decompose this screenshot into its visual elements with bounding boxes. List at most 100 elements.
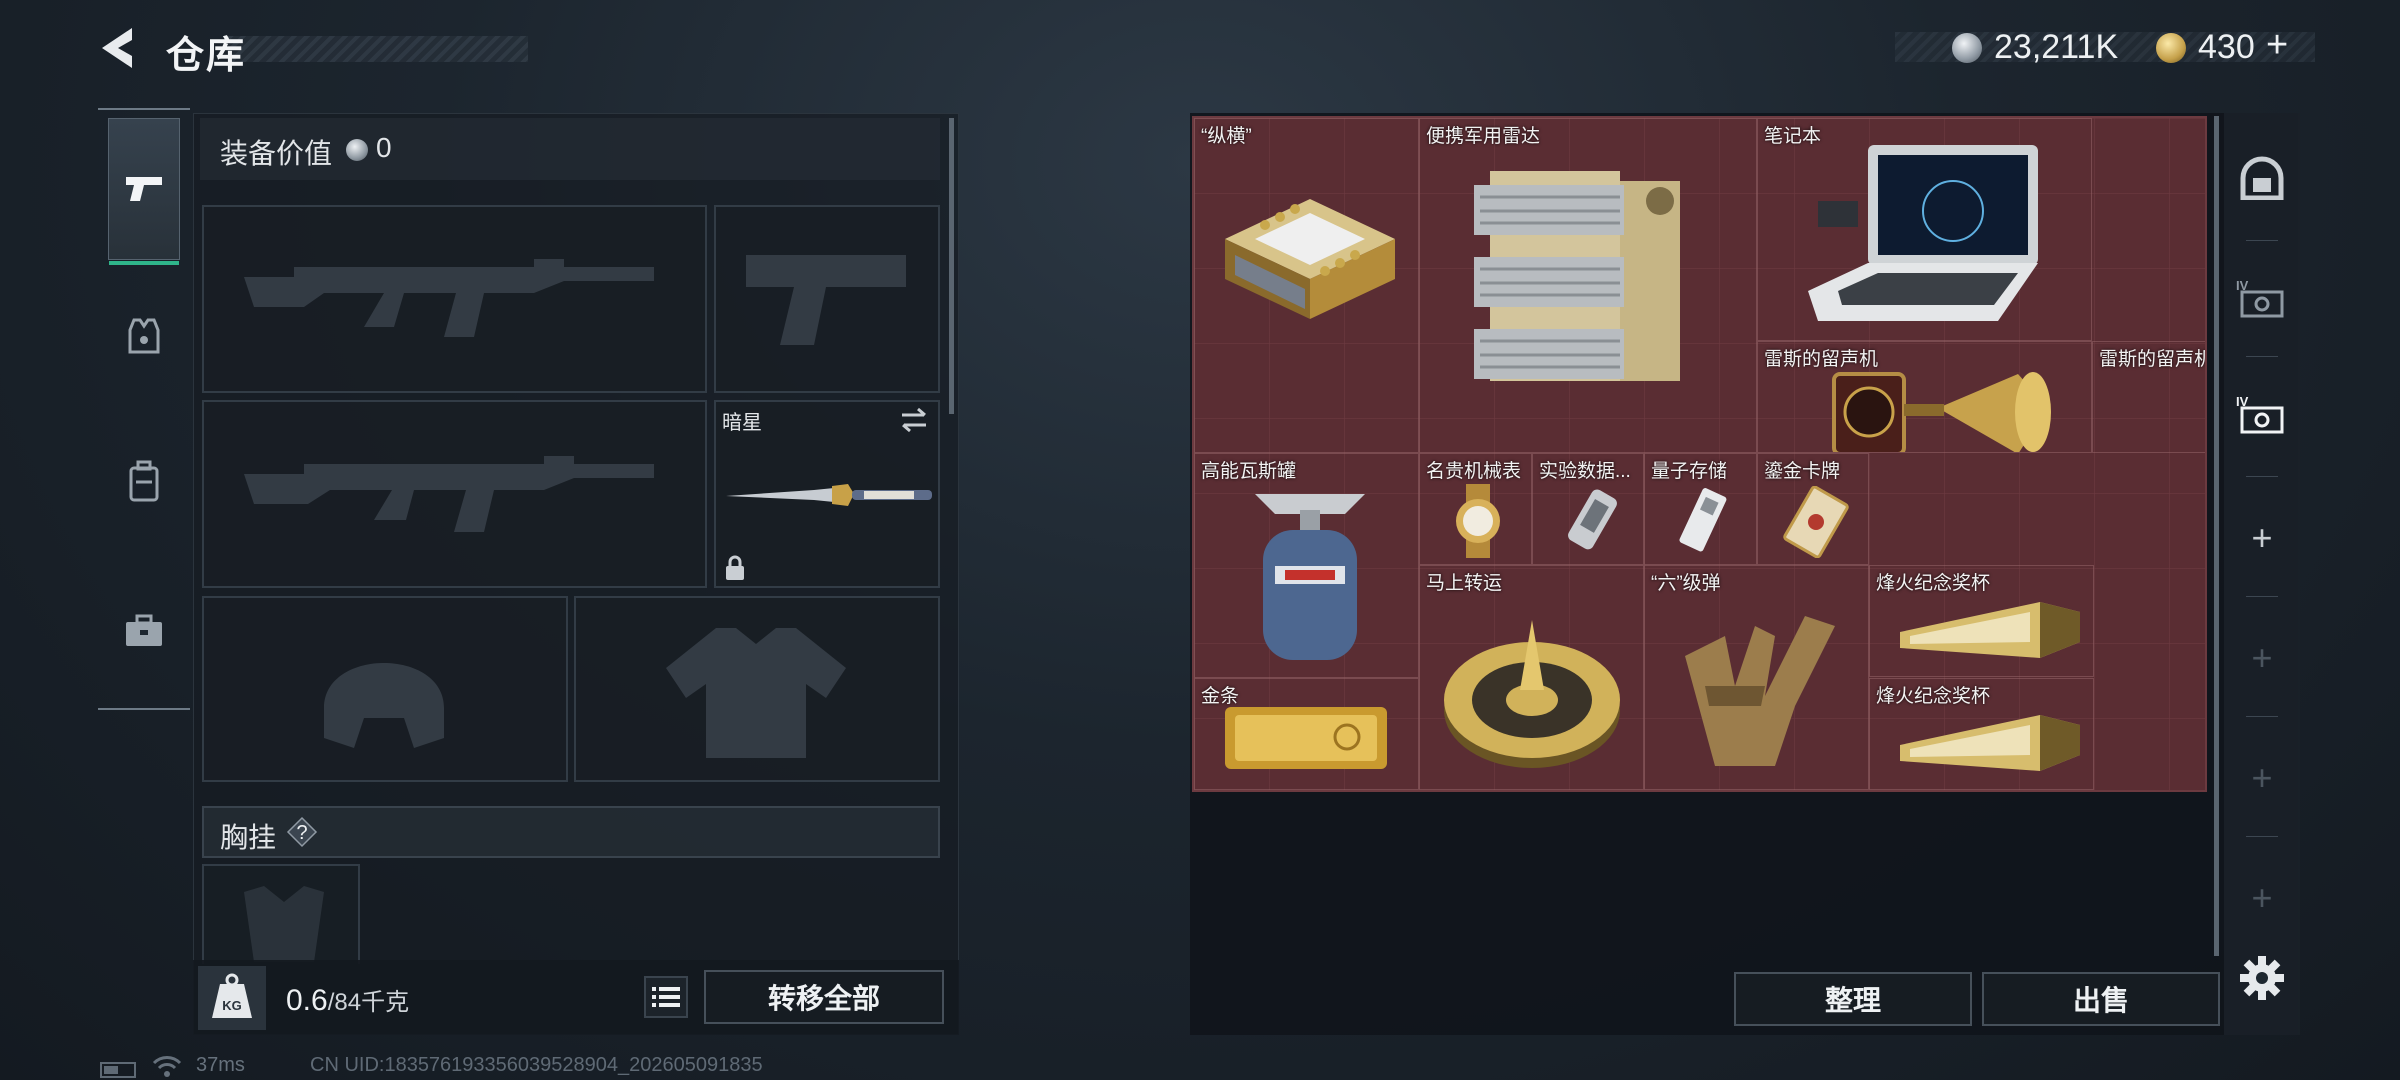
tab-divider xyxy=(2246,716,2278,717)
settings-button[interactable] xyxy=(2236,952,2288,1004)
item-quantum-storage[interactable]: 量子存储 xyxy=(1644,453,1757,565)
battery-icon xyxy=(100,1062,136,1078)
rail-tab-backpack[interactable] xyxy=(108,410,180,552)
back-button[interactable] xyxy=(96,22,144,74)
back-arrow-icon xyxy=(102,28,132,68)
storage-chip-image xyxy=(1679,488,1727,552)
rail-divider xyxy=(98,708,190,710)
tab-storage-iv-active[interactable]: IV xyxy=(2228,360,2296,468)
sort-button[interactable]: 整理 xyxy=(1734,972,1972,1026)
transfer-all-button[interactable]: 转移全部 xyxy=(704,970,944,1024)
rail-divider xyxy=(98,108,190,110)
rail-tab-armor[interactable] xyxy=(108,265,180,407)
storage-iv-icon: IV xyxy=(2236,278,2284,318)
svg-text:KG: KG xyxy=(222,998,242,1013)
page-title: 仓库 xyxy=(166,35,247,77)
gear-icon xyxy=(2240,956,2284,1000)
item-six-round[interactable]: “六”级弹 xyxy=(1644,565,1869,790)
weight-icon: KG xyxy=(198,966,266,1030)
tab-divider xyxy=(2246,596,2278,597)
svg-text:?: ? xyxy=(296,822,307,844)
item-gold-bar[interactable]: 金条 xyxy=(1194,678,1419,790)
lock-icon xyxy=(724,555,746,581)
tab-divider xyxy=(2246,240,2278,241)
item-experiment-data[interactable]: 实验数据... xyxy=(1532,453,1644,565)
tab-storage-iv[interactable]: IV xyxy=(2228,244,2296,352)
equipment-value-label: 装备价值 xyxy=(220,138,333,169)
watch-image xyxy=(1456,484,1500,558)
card-image xyxy=(1783,486,1849,558)
item-laptop[interactable]: 笔记本 xyxy=(1757,118,2092,341)
gramophone-image xyxy=(1832,372,2051,452)
loadout-scrollbar[interactable] xyxy=(949,118,954,414)
chest-rig-label: 胸挂 xyxy=(220,822,277,853)
coin-icon xyxy=(346,139,368,161)
chess-set-image xyxy=(1225,199,1395,319)
radar-image xyxy=(1474,171,1680,381)
user-uid: CN UID:18357619335603952890​4_2026050918… xyxy=(310,1054,763,1076)
tab-add-3[interactable]: + xyxy=(2228,724,2296,832)
wifi-icon xyxy=(152,1054,182,1078)
item-memorial-trophy-2[interactable]: 烽火纪念奖杯 xyxy=(1869,678,2094,790)
item-chess-set[interactable]: “纵横” xyxy=(1194,118,1419,453)
title-decoration xyxy=(228,36,528,62)
rifle-silhouette-icon xyxy=(244,259,654,337)
body-armor-slot[interactable] xyxy=(574,596,940,782)
plus-icon: + xyxy=(2251,877,2273,918)
gas-canister-image xyxy=(1255,494,1365,660)
sell-button[interactable]: 出售 xyxy=(1982,972,2220,1026)
helmet-slot[interactable] xyxy=(202,596,568,782)
armor-icon xyxy=(128,318,160,354)
tab-divider xyxy=(2246,356,2278,357)
fortune-disc-image xyxy=(1444,620,1620,768)
data-drive-image xyxy=(1568,489,1617,550)
coin-icon xyxy=(1952,33,1982,63)
plus-icon: + xyxy=(2251,517,2273,558)
carry-weight-current: 0.6 xyxy=(286,984,328,1017)
equipment-value: 0 xyxy=(376,132,392,163)
rail-tab-kit[interactable] xyxy=(108,560,180,702)
list-icon xyxy=(652,987,680,1007)
tab-divider xyxy=(2246,476,2278,477)
primary-weapon-slot-1[interactable] xyxy=(202,205,707,393)
laptop-image xyxy=(1808,145,2038,321)
storage-iv-active-icon: IV xyxy=(2236,394,2284,434)
list-view-button[interactable] xyxy=(644,976,688,1018)
primary-weapon-slot-2[interactable] xyxy=(202,400,707,588)
item-gilded-card[interactable]: 鎏金卡牌 xyxy=(1757,453,1869,565)
tab-divider xyxy=(2246,836,2278,837)
help-icon[interactable]: ? xyxy=(286,816,318,848)
tab-safe-box[interactable] xyxy=(2228,124,2296,232)
rail-tab-weapons[interactable] xyxy=(108,118,180,265)
premium-balance: 430 xyxy=(2198,28,2255,66)
plus-icon: + xyxy=(2251,757,2273,798)
toolbox-icon xyxy=(126,614,162,646)
tab-add-1[interactable]: + xyxy=(2228,484,2296,592)
item-memorial-trophy-1[interactable]: 烽火纪念奖杯 xyxy=(1869,565,2094,677)
backpack-icon xyxy=(129,460,159,502)
item-gramophone[interactable]: 雷斯的留声机 xyxy=(2092,341,2205,453)
pistol-icon xyxy=(126,177,162,201)
gold-bar-image xyxy=(1225,707,1387,769)
tab-add-4[interactable]: + xyxy=(2228,844,2296,952)
safe-box-icon xyxy=(2240,156,2284,200)
item-portable-radar[interactable]: 便携军用雷达 xyxy=(1419,118,1757,453)
coin-balance: 23,211K xyxy=(1994,28,2119,66)
swap-icon[interactable] xyxy=(898,406,930,434)
add-currency-button[interactable]: + xyxy=(2266,24,2288,67)
melee-item-name: 暗星 xyxy=(722,412,762,434)
helmet-silhouette-icon xyxy=(324,663,444,748)
carry-weight: 0.6/84千克 xyxy=(286,982,409,1018)
warehouse-scrollbar[interactable] xyxy=(2214,116,2219,956)
sidearm-slot[interactable] xyxy=(714,205,940,393)
premium-currency-icon xyxy=(2156,33,2186,63)
pistol-silhouette-icon xyxy=(746,255,906,345)
item-gramophone-cell[interactable]: 雷斯的留声机 xyxy=(1757,341,2092,453)
chest-rig-slot[interactable] xyxy=(202,864,360,964)
item-gas-canister[interactable]: 高能瓦斯罐 xyxy=(1194,453,1419,678)
tab-add-2[interactable]: + xyxy=(2228,604,2296,712)
vest-silhouette-icon xyxy=(666,628,846,758)
item-luxury-watch[interactable]: 名贵机械表 xyxy=(1419,453,1532,565)
rifle-silhouette-icon xyxy=(244,456,654,532)
item-fortune-disc[interactable]: 马上转运 xyxy=(1419,565,1644,790)
